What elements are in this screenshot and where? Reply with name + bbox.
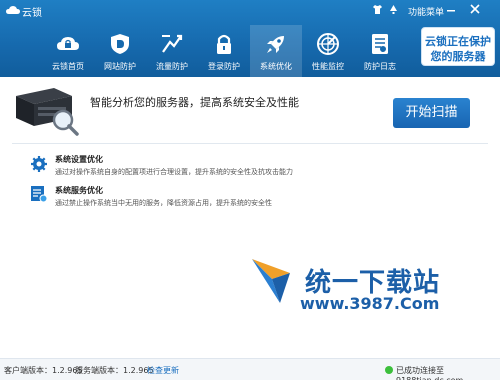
option-services-desc: 通过禁止操作系统当中无用的服务，降低资源占用，提升系统的安全性 — [55, 199, 272, 207]
tab-system-optimization[interactable]: 系统优化 — [250, 25, 302, 77]
shirt-skin-icon[interactable] — [372, 4, 383, 19]
title-bar: 云锁 功能菜单 — [0, 0, 500, 22]
divider — [12, 143, 488, 144]
start-scan-button[interactable]: 开始扫描 — [393, 98, 470, 128]
tab-performance-monitor-label: 性能监控 — [312, 62, 344, 71]
padlock-icon — [217, 34, 231, 54]
check-update-link[interactable]: 检查更新 — [147, 365, 179, 376]
tab-home-label: 云锁首页 — [52, 62, 84, 71]
protection-status-box: 云锁正在保护 您的服务器 — [421, 27, 495, 66]
tab-system-optimization-label: 系统优化 — [260, 62, 292, 71]
app-logo-icon — [6, 6, 20, 14]
tab-protection-log-label: 防护日志 — [364, 62, 396, 71]
connection-status-text: 已成功连接至 9188tian.dc.com — [396, 366, 463, 380]
radar-icon — [317, 33, 339, 55]
tab-performance-monitor[interactable]: 性能监控 — [302, 25, 354, 77]
option-settings-title[interactable]: 系统设置优化 — [55, 154, 103, 165]
connection-status-icon — [385, 366, 393, 374]
tab-website-protection-label: 网站防护 — [104, 62, 136, 71]
watermark-url: www.3987.Com — [300, 294, 440, 313]
tab-protection-log[interactable]: 防护日志 — [354, 25, 406, 77]
status-line2: 您的服务器 — [430, 50, 486, 63]
app-title: 云锁 — [22, 8, 42, 19]
server-version: 服务端版本：1.2.965 — [75, 366, 154, 375]
watermark-logo-icon — [252, 259, 290, 303]
cloud-lock-icon — [57, 37, 79, 50]
minimize-icon[interactable] — [446, 4, 456, 18]
scan-description: 智能分析您的服务器，提高系统安全及性能 — [90, 96, 299, 109]
function-menu-button[interactable]: 功能菜单 — [408, 5, 444, 18]
server-magnifier-icon — [16, 88, 79, 136]
notification-icon[interactable] — [388, 4, 399, 19]
rocket-icon — [267, 36, 284, 53]
tab-traffic-protection-label: 流量防护 — [156, 62, 188, 71]
client-version: 客户端版本：1.2.965 — [4, 366, 83, 375]
option-services-title[interactable]: 系统服务优化 — [55, 185, 103, 196]
log-document-icon — [372, 34, 388, 54]
gear-icon — [31, 156, 47, 172]
tab-login-protection-label: 登录防护 — [208, 62, 240, 71]
close-icon[interactable] — [470, 4, 480, 18]
tab-traffic-protection[interactable]: 流量防护 — [146, 25, 198, 77]
status-bar: 客户端版本：1.2.965 服务端版本：1.2.965 检查更新 已成功连接至 … — [0, 358, 500, 380]
tab-login-protection[interactable]: 登录防护 — [198, 25, 250, 77]
shield-d-icon — [111, 34, 129, 54]
tab-home[interactable]: 云锁首页 — [42, 25, 94, 77]
services-list-icon — [31, 186, 48, 203]
status-line1: 云锁正在保护 — [425, 35, 491, 48]
header-bar: 云锁 功能菜单 云锁首页 网站防护 流量防护 登录防护 系统优化 性能监控 防护… — [0, 0, 500, 77]
traffic-arrows-icon — [162, 34, 183, 53]
tab-website-protection[interactable]: 网站防护 — [94, 25, 146, 77]
option-settings-desc: 通过对操作系统自身的配置项进行合理设置，提升系统的安全性及抗攻击能力 — [55, 168, 293, 176]
